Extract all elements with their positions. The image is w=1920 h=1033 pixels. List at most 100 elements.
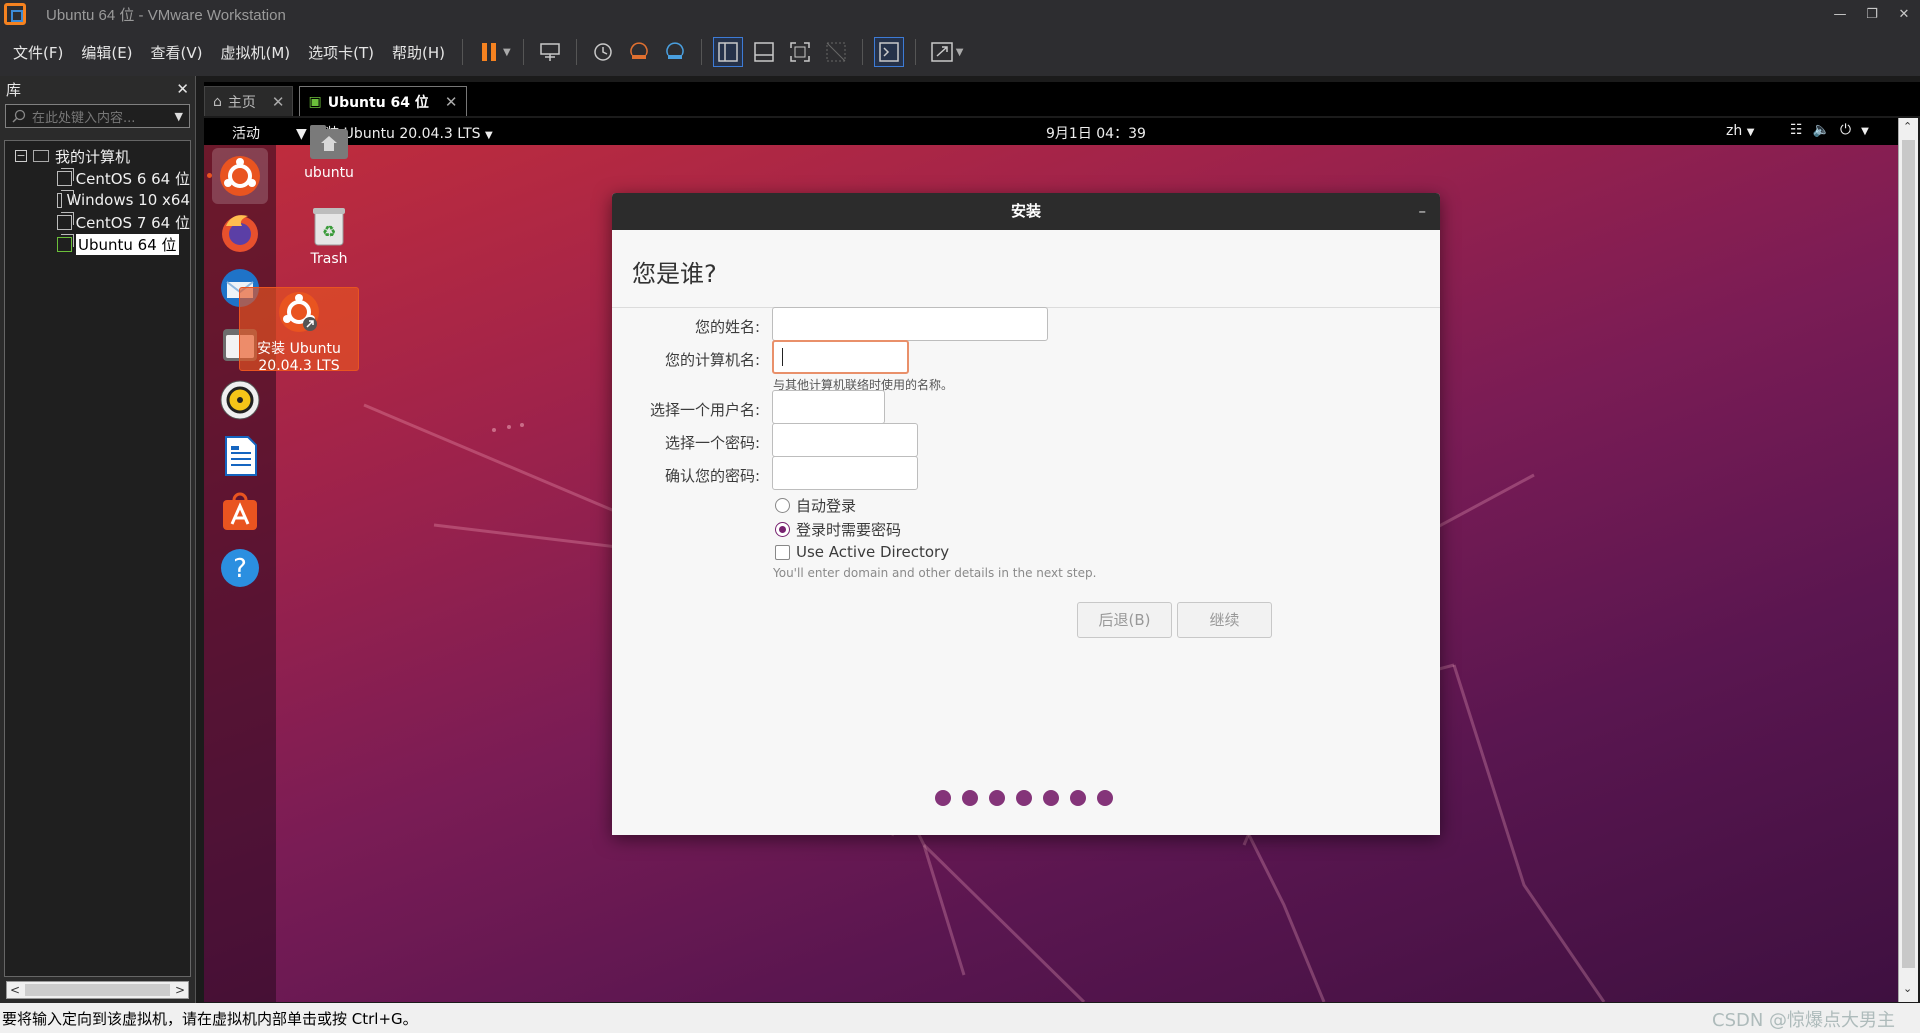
menu-help[interactable]: 帮助(H) [383, 42, 454, 63]
progress-dot [1016, 790, 1032, 806]
scroll-left-icon[interactable]: < [10, 983, 20, 997]
tab-ubuntu[interactable]: ▣ Ubuntu 64 位 ✕ [299, 86, 467, 116]
tree-root-label: 我的计算机 [55, 147, 131, 166]
tree-vm-item-selected[interactable]: Ubuntu 64 位 [5, 233, 190, 255]
pause-icon[interactable] [474, 37, 504, 67]
tree-vm-label: Ubuntu 64 位 [76, 233, 179, 255]
full-screen-icon[interactable] [785, 37, 815, 67]
library-search-placeholder: 在此处键入内容... [32, 110, 136, 126]
scroll-down-icon[interactable]: ⌄ [1903, 982, 1912, 995]
menu-vm[interactable]: 虚拟机(M) [212, 42, 300, 63]
desktop-install-ubuntu[interactable]: 安装 Ubuntu 20.04.3 LTS [239, 287, 359, 374]
installer-heading: 您是谁? [612, 230, 1440, 308]
menu-tabs[interactable]: 选项卡(T) [299, 42, 383, 63]
stretch-dropdown-icon[interactable]: ▼ [956, 47, 964, 58]
console-view-icon[interactable] [873, 37, 904, 67]
toolbar-separator [462, 39, 464, 65]
toolbar-separator [861, 39, 863, 65]
computer-name-input[interactable] [772, 340, 909, 374]
vm-vertical-scrollbar[interactable]: ⌃ ⌄ [1898, 118, 1918, 1002]
scroll-up-icon[interactable]: ⌃ [1903, 120, 1912, 133]
tab-label: Ubuntu 64 位 [327, 94, 429, 111]
desktop-trash[interactable]: ♻ Trash [269, 207, 389, 271]
watermark: CSDN @惊爆点大男主 [1712, 1010, 1896, 1031]
snapshot-manager-icon[interactable] [660, 37, 690, 67]
library-search-input[interactable]: 在此处键入内容... ▼ [5, 104, 190, 128]
radio-button[interactable] [775, 498, 790, 513]
name-input[interactable] [772, 307, 1048, 341]
back-button[interactable]: 后退(B) [1077, 602, 1172, 638]
pause-dropdown-icon[interactable]: ▼ [503, 47, 511, 58]
scroll-right-icon[interactable]: > [175, 983, 185, 997]
menu-toolbar: 文件(F) 编辑(E) 查看(V) 虚拟机(M) 选项卡(T) 帮助(H) ▼ … [0, 28, 1920, 76]
auto-login-option[interactable]: 自动登录 [775, 495, 856, 516]
dock-help-icon[interactable]: ? [212, 540, 268, 596]
progress-dot [962, 790, 978, 806]
radio-button-checked[interactable] [775, 522, 790, 537]
close-tab-icon[interactable]: ✕ [272, 93, 285, 111]
vm-console[interactable]: 活动 ▼ 安装 Ubuntu 20.04.3 LTS ▼ 9月1日 04：39 … [204, 118, 1898, 1002]
library-close-icon[interactable]: ✕ [176, 80, 189, 98]
active-directory-option[interactable]: Use Active Directory [775, 543, 949, 561]
desktop-icon-label: 安装 Ubuntu [257, 341, 341, 357]
dock-firefox-icon[interactable] [212, 204, 268, 260]
progress-dot [1043, 790, 1059, 806]
install-ubuntu-icon [279, 292, 319, 332]
tree-root[interactable]: − 我的计算机 [5, 145, 190, 167]
password-label: 选择一个密码: [664, 434, 760, 452]
system-menu[interactable]: ☷🔈⏻▼ [1790, 122, 1879, 138]
stretch-guest-icon[interactable] [927, 37, 957, 67]
progress-dots [935, 790, 1124, 806]
search-dropdown-icon[interactable]: ▼ [175, 110, 183, 123]
close-window-icon[interactable]: ✕ [1886, 0, 1920, 28]
toolbar-separator [700, 39, 702, 65]
unity-mode-icon[interactable] [821, 37, 851, 67]
scroll-thumb[interactable] [25, 984, 170, 996]
require-password-option[interactable]: 登录时需要密码 [775, 519, 901, 540]
activities-button[interactable]: 活动 [232, 123, 260, 143]
installer-titlebar: 安装 – [612, 193, 1440, 230]
collapse-icon[interactable]: − [15, 150, 27, 162]
desktop-home-folder[interactable]: ubuntu [269, 123, 389, 187]
menu-edit[interactable]: 编辑(E) [72, 42, 141, 63]
language-label: zh [1726, 123, 1743, 139]
minimize-icon[interactable]: — [1822, 0, 1858, 28]
tab-home[interactable]: ⌂ 主页 ✕ [204, 86, 294, 116]
confirm-password-input[interactable] [772, 456, 918, 490]
progress-dot [989, 790, 1005, 806]
vm-running-icon [57, 233, 74, 252]
tab-label: 主页 [227, 94, 256, 111]
close-tab-icon[interactable]: ✕ [445, 93, 458, 111]
snapshot-icon[interactable] [588, 37, 618, 67]
scroll-thumb[interactable] [1902, 140, 1915, 968]
username-input[interactable] [772, 390, 885, 424]
chevron-down-icon: ▼ [1746, 127, 1755, 138]
password-input[interactable] [772, 423, 918, 457]
vmware-logo-icon [4, 3, 26, 25]
thumbnail-bar-icon[interactable] [749, 37, 779, 67]
dock-software-icon[interactable] [212, 484, 268, 540]
clock[interactable]: 9月1日 04：39 [1046, 123, 1146, 143]
dock-rhythmbox-icon[interactable] [212, 372, 268, 428]
show-library-icon[interactable] [712, 37, 743, 67]
tree-vm-item[interactable]: CentOS 6 64 位 [5, 167, 190, 189]
restore-icon[interactable]: ❐ [1854, 0, 1890, 28]
revert-snapshot-icon[interactable] [624, 37, 654, 67]
minimize-icon[interactable]: – [1419, 193, 1427, 230]
dock-ubuntu-installer-icon[interactable] [207, 148, 268, 204]
dock-writer-icon[interactable] [212, 428, 268, 484]
input-language-menu[interactable]: zh ▼ [1726, 123, 1754, 139]
send-ctrl-alt-del-icon[interactable] [535, 37, 565, 67]
menu-file[interactable]: 文件(F) [4, 42, 72, 63]
menu-view[interactable]: 查看(V) [142, 42, 212, 63]
continue-button[interactable]: 继续 [1177, 602, 1272, 638]
chevron-down-icon: ▼ [1861, 126, 1879, 137]
desktop-icon-label: 20.04.3 LTS [258, 358, 340, 374]
library-horizontal-scrollbar[interactable]: < > [6, 981, 189, 999]
window-title: Ubuntu 64 位 - VMware Workstation [46, 6, 286, 24]
checkbox[interactable] [775, 544, 790, 560]
confirm-password-label: 确认您的密码: [664, 467, 760, 485]
tree-vm-item[interactable]: CentOS 7 64 位 [5, 211, 190, 233]
active-directory-hint: You'll enter domain and other details in… [773, 566, 1097, 580]
tree-vm-item[interactable]: Windows 10 x64 [5, 189, 190, 211]
